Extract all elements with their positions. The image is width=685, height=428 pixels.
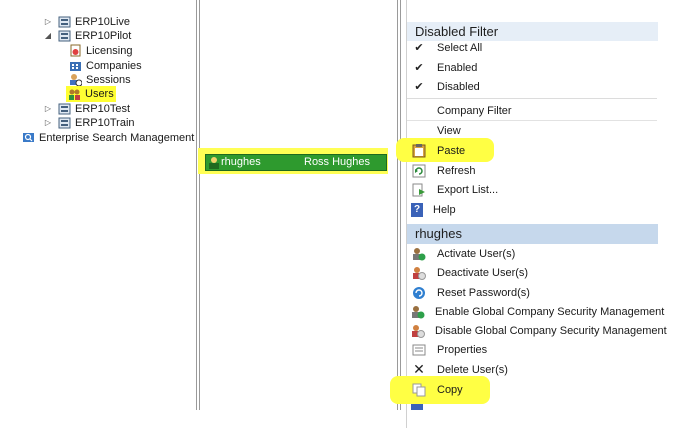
menu-item-label: Copy: [437, 383, 463, 396]
menu-separator: [407, 98, 657, 99]
clipboard-icon: [411, 143, 427, 159]
menu-item-label: Company Filter: [437, 104, 512, 117]
sessions-icon: [69, 73, 83, 87]
checkmark-icon: ✔: [414, 81, 424, 93]
server-icon: [58, 116, 71, 129]
pane-divider[interactable]: [400, 0, 401, 410]
properties-icon: [411, 342, 427, 358]
next-item-icon: [411, 404, 423, 410]
server-icon: [58, 29, 71, 42]
collapse-arrow-icon[interactable]: ◢: [44, 31, 52, 40]
expand-arrow-icon[interactable]: ▷: [44, 118, 52, 127]
tree-item-erp10train[interactable]: ▷ ERP10Train: [44, 115, 135, 130]
pane-divider[interactable]: [199, 0, 200, 410]
tree-item-label: Licensing: [86, 44, 133, 57]
menu-item-disable-global-security[interactable]: Disable Global Company Security Manageme…: [407, 321, 667, 340]
tree-item-sessions[interactable]: Sessions: [69, 72, 131, 87]
server-icon: [58, 102, 71, 115]
enable-security-icon: [411, 304, 425, 320]
blank-icon: [411, 123, 427, 139]
menu-item-label: Refresh: [437, 164, 476, 177]
pane-divider[interactable]: [196, 0, 197, 410]
menu-item-deactivate-users[interactable]: Deactivate User(s): [407, 263, 657, 282]
tree-item-erp10pilot[interactable]: ◢ ERP10Pilot: [44, 28, 131, 43]
tree-item-label: Companies: [86, 59, 142, 72]
menu-item-label: Activate User(s): [437, 247, 516, 260]
menu-item-label: Export List...: [437, 183, 499, 196]
tree-item-label: Users: [85, 88, 114, 100]
checkmark-icon: ✔: [414, 42, 424, 54]
blank-icon: [411, 103, 427, 119]
licensing-icon: [69, 44, 82, 57]
tree-item-companies[interactable]: Companies: [69, 58, 142, 73]
menu-item-help[interactable]: ? Help: [407, 200, 657, 219]
user-list-row[interactable]: rhughes Ross Hughes: [205, 154, 387, 171]
menu-item-label: Enabled: [437, 61, 478, 74]
menu-item-label: Deactivate User(s): [437, 266, 529, 279]
pane-divider[interactable]: [397, 0, 398, 410]
menu-item-activate-users[interactable]: Activate User(s): [407, 244, 657, 263]
tree-item-label: Sessions: [86, 73, 131, 86]
activate-user-icon: [411, 246, 427, 262]
user-section-header: rhughes: [407, 224, 658, 244]
user-login: rhughes: [221, 156, 261, 168]
menu-item-paste[interactable]: Paste: [407, 141, 657, 160]
checkmark-icon: ✔: [414, 62, 424, 74]
menu-item-disabled[interactable]: ✔ Disabled: [407, 77, 657, 96]
menu-item-label: Select All: [437, 41, 483, 54]
expand-arrow-icon[interactable]: ▷: [44, 17, 52, 26]
tree-item-label: ERP10Train: [75, 116, 135, 129]
tree-item-enterprise-search[interactable]: Enterprise Search Management: [22, 130, 194, 145]
menu-item-label: Reset Password(s): [437, 286, 530, 299]
menu-item-label: Paste: [437, 144, 466, 157]
menu-item-company-filter[interactable]: Company Filter: [407, 101, 657, 120]
copy-icon: [411, 382, 427, 398]
user-name: Ross Hughes: [304, 156, 371, 168]
menu-item-label: Properties: [437, 343, 488, 356]
tree-item-label: ERP10Test: [75, 102, 131, 115]
tree-item-erp10live[interactable]: ▷ ERP10Live: [44, 14, 130, 29]
server-icon: [58, 15, 71, 28]
menu-item-reset-passwords[interactable]: Reset Password(s): [407, 283, 657, 302]
menu-item-enabled[interactable]: ✔ Enabled: [407, 58, 657, 77]
tree-item-label: ERP10Pilot: [75, 29, 132, 42]
users-icon: [68, 88, 81, 101]
reset-password-icon: [411, 285, 427, 301]
search-management-icon: [22, 131, 35, 144]
menu-item-enable-global-security[interactable]: Enable Global Company Security Managemen…: [407, 302, 664, 321]
menu-item-properties[interactable]: Properties: [407, 340, 657, 359]
tree-item-users[interactable]: Users: [66, 86, 116, 102]
menu-item-copy[interactable]: Copy: [407, 380, 657, 399]
menu-item-export-list[interactable]: Export List...: [407, 180, 657, 199]
companies-icon: [69, 59, 82, 72]
tree-item-erp10test[interactable]: ▷ ERP10Test: [44, 101, 130, 116]
deactivate-user-icon: [411, 265, 427, 281]
menu-item-label: Disabled: [437, 80, 480, 93]
menu-item-label: Help: [433, 203, 456, 216]
export-icon: [411, 182, 427, 198]
menu-item-label: Disable Global Company Security Manageme…: [435, 324, 667, 337]
disable-security-icon: [411, 323, 425, 339]
menu-item-label: View: [437, 124, 461, 137]
tree-item-label: Enterprise Search Management: [39, 131, 195, 144]
help-icon: ?: [411, 202, 423, 217]
user-icon: [208, 156, 220, 172]
tree-item-licensing[interactable]: Licensing: [69, 43, 132, 58]
menu-item-select-all[interactable]: ✔ Select All: [407, 38, 657, 57]
tree-item-label: ERP10Live: [75, 15, 131, 28]
menu-item-refresh[interactable]: Refresh: [407, 161, 657, 180]
refresh-icon: [411, 163, 427, 179]
menu-item-label: Enable Global Company Security Managemen…: [435, 305, 665, 318]
expand-arrow-icon[interactable]: ▷: [44, 104, 52, 113]
